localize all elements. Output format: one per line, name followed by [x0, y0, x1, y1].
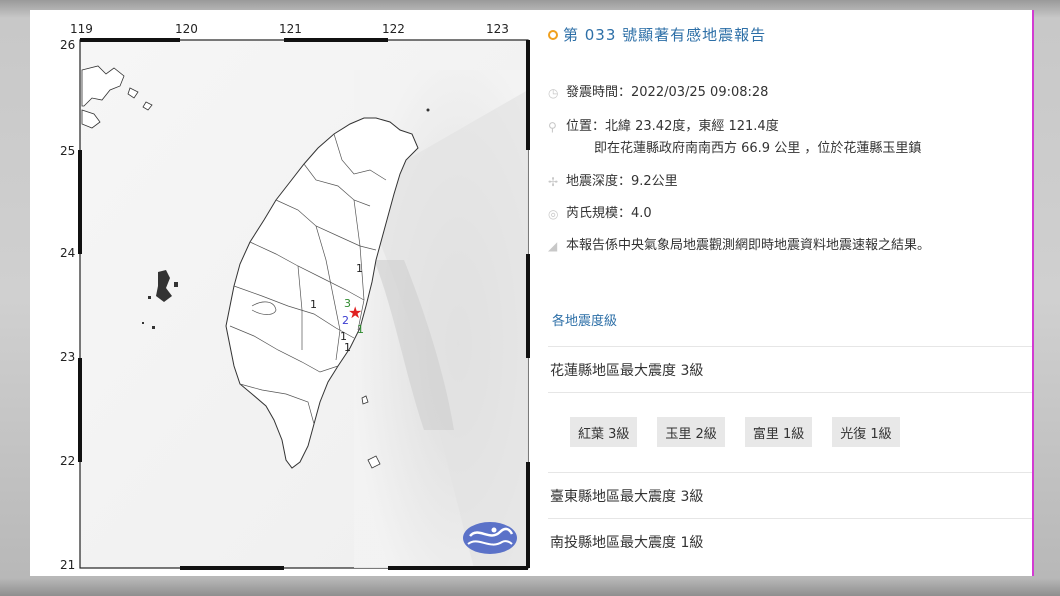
lon-label: 120	[175, 22, 198, 36]
magnitude: 芮氏規模：4.0	[566, 206, 652, 221]
intensity-mark: 1	[357, 323, 364, 336]
station-chip[interactable]: 紅葉 3級	[570, 417, 638, 447]
location-row: ⚲ 位置：北緯 23.42度，東經 121.4度	[548, 116, 779, 138]
station-chip[interactable]: 玉里 2級	[657, 417, 725, 447]
depth: 地震深度：9.2公里	[566, 174, 678, 189]
origin-time-row: ◷ 發震時間：2022/03/25 09:08:28	[548, 82, 768, 104]
report-title: 第 033 號顯著有感地震報告	[548, 24, 766, 45]
lat-label: 21	[60, 558, 76, 572]
earthquake-map: ★ 1 3 2 1 1 1 1 119 120 121 122 123 26 2…	[54, 10, 534, 576]
intensity-section-title: 各地震度級	[552, 314, 618, 329]
intensity-mark: 3	[344, 297, 351, 310]
location: 位置：北緯 23.42度，東經 121.4度	[566, 119, 779, 134]
lat-label: 25	[60, 144, 76, 158]
depth-star-icon: ✢	[548, 175, 559, 189]
magnitude-wave-icon: ◎	[548, 207, 559, 221]
region-row-hualien[interactable]: 花蓮縣地區最大震度 3級	[548, 346, 1032, 392]
region-row-nantou[interactable]: 南投縣地區最大震度 1級	[548, 518, 1032, 564]
station-chip[interactable]: 光復 1級	[832, 417, 900, 447]
intensity-mark: 1	[344, 341, 351, 354]
report-card: ★ 1 3 2 1 1 1 1 119 120 121 122 123 26 2…	[30, 10, 1034, 576]
location-pin-icon: ⚲	[548, 120, 557, 134]
lon-label: 123	[486, 22, 509, 36]
intensity-mark: 2	[342, 314, 349, 327]
origin-time: 發震時間：2022/03/25 09:08:28	[566, 85, 769, 100]
lon-label: 122	[382, 22, 405, 36]
map-canvas: ★ 1 3 2 1 1 1 1	[78, 38, 530, 570]
report-info: 第 033 號顯著有感地震報告 ◷ 發震時間：2022/03/25 09:08:…	[548, 10, 1032, 576]
location-detail-row: 即在花蓮縣政府南南西方 66.9 公里 ，位於花蓮縣玉里鎮	[548, 138, 921, 160]
region-label: 臺東縣地區最大震度 3級	[550, 488, 704, 505]
region-row-taitung[interactable]: 臺東縣地區最大震度 3級	[548, 472, 1032, 518]
cwb-logo-icon	[463, 522, 517, 554]
hualien-station-chips: 紅葉 3級 玉里 2級 富里 1級 光復 1級	[570, 417, 900, 447]
megaphone-icon: ◢	[548, 239, 558, 253]
intensity-mark: 1	[310, 298, 317, 311]
location-detail: 即在花蓮縣政府南南西方 66.9 公里 ，位於花蓮縣玉里鎮	[594, 141, 922, 156]
depth-row: ✢ 地震深度：9.2公里	[548, 171, 678, 193]
region-label: 南投縣地區最大震度 1級	[550, 534, 704, 551]
magnitude-row: ◎ 芮氏規模：4.0	[548, 203, 652, 225]
report-title-text: 第 033 號顯著有感地震報告	[563, 26, 767, 44]
lat-label: 23	[60, 350, 76, 364]
clock-icon: ◷	[548, 86, 559, 100]
note-row: ◢ 本報告係中央氣象局地震觀測網即時地震資料地震速報之結果。	[548, 235, 930, 257]
report-note: 本報告係中央氣象局地震觀測網即時地震資料地震速報之結果。	[566, 238, 931, 253]
intensity-mark: 1	[356, 262, 363, 275]
lat-label: 26	[60, 38, 76, 52]
title-dot-icon	[548, 29, 558, 40]
lat-label: 22	[60, 454, 76, 468]
station-chip[interactable]: 富里 1級	[744, 417, 813, 447]
lat-label: 24	[60, 246, 76, 260]
lon-label: 119	[70, 22, 93, 36]
region-label: 花蓮縣地區最大震度 3級	[550, 362, 704, 379]
lon-label: 121	[279, 22, 302, 36]
